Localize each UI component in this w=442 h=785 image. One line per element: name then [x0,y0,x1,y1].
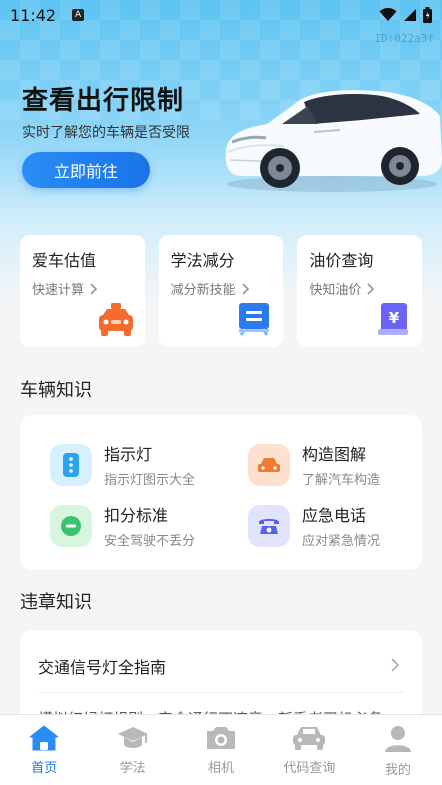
car-illustration [225,90,442,192]
card-subtitle: 快知油价 [309,283,362,298]
battery-icon [423,7,432,23]
graduation-cap-icon [117,727,148,748]
tab-label: 相机 [208,761,235,776]
feature-cards: 爱车估值 快速计算 学法减分 减分新技能 油价查询 快知油价 ¥ [20,235,423,347]
knowledge-title: 应急电话 [302,506,367,525]
status-bar: 11:42 A [0,0,442,30]
knowledge-subtitle: 安全驾驶不丢分 [104,534,196,549]
car-front-icon [293,727,326,750]
status-time: 11:42 [10,5,57,25]
chevron-right-icon[interactable] [391,658,400,672]
tab-home[interactable]: 首页 [0,715,88,785]
tab-label: 首页 [31,761,58,776]
card-title: 学法减分 [170,251,235,270]
violation-item-traffic-light[interactable]: 交通信号灯全指南 [38,654,166,678]
knowledge-title: 扣分标准 [104,506,169,525]
knowledge-title: 构造图解 [302,445,367,464]
knowledge-item-indicator[interactable]: 指示灯 指示灯图示大全 [50,441,195,488]
wifi-icon [379,8,397,21]
tab-camera[interactable]: 相机 [177,715,265,785]
card-subtitle-row: 减分新技能 [171,279,272,298]
section-title-knowledge: 车辆知识 [20,380,92,401]
card-subtitle: 快速计算 [32,283,85,298]
minus-icon [50,504,92,547]
card-car-valuation[interactable]: 爱车估值 快速计算 [20,235,145,347]
card-subtitle-row: 快知油价 [309,279,410,298]
status-icons [379,7,432,23]
tab-label: 代码查询 [283,761,336,776]
board-icon [239,303,270,336]
card-oil-price[interactable]: 油价查询 快知油价 ¥ [297,235,423,347]
taxi-icon [98,303,133,336]
card-subtitle-row: 快速计算 [32,279,133,298]
yuan-icon: ¥ [378,303,409,335]
signal-icon [404,9,416,21]
knowledge-title: 指示灯 [104,445,153,464]
svg-text:¥: ¥ [389,309,400,327]
notification-badge: A [72,9,85,21]
id-label: ID:022a3f [374,32,434,45]
camera-icon [207,727,236,749]
bottom-tab-bar: 首页 学法 相机 代码查询 我的 [0,714,442,785]
section-title-violation: 违章知识 [20,592,92,613]
tab-label: 学法 [119,761,146,776]
card-subtitle: 减分新技能 [170,283,236,298]
card-study-reduce-points[interactable]: 学法减分 减分新技能 [158,235,284,347]
chevron-right-icon [242,282,249,295]
home-icon [29,725,59,751]
card-title: 油价查询 [309,251,374,270]
tab-mine[interactable]: 我的 [354,715,442,785]
chevron-right-icon [90,282,98,295]
hero-title: 查看出行限制 [22,86,185,116]
knowledge-subtitle: 指示灯图示大全 [104,473,196,488]
go-now-button[interactable]: 立即前往 [22,152,150,188]
phone-icon [248,504,290,547]
tab-study[interactable]: 学法 [88,715,176,785]
car-icon [248,443,290,486]
info-icon [50,443,92,486]
knowledge-item-deduction[interactable]: 扣分标准 安全驾驶不丢分 [50,502,195,549]
knowledge-item-structure[interactable]: 构造图解 了解汽车构造 [248,441,380,488]
divider [38,692,404,693]
hero-subtitle: 实时了解您的车辆是否受限 [22,125,190,141]
card-title: 爱车估值 [32,251,97,270]
tab-code-query[interactable]: 代码查询 [265,715,353,785]
knowledge-item-emergency[interactable]: 应急电话 应对紧急情况 [248,502,380,549]
user-icon [384,726,411,752]
tab-label: 我的 [384,763,411,778]
knowledge-subtitle: 应对紧急情况 [302,534,381,549]
chevron-right-icon [367,282,375,295]
knowledge-subtitle: 了解汽车构造 [302,473,381,488]
knowledge-panel: 指示灯 指示灯图示大全 构造图解 了解汽车构造 扣分标准 安全驾驶不丢分 应急电… [20,415,422,570]
